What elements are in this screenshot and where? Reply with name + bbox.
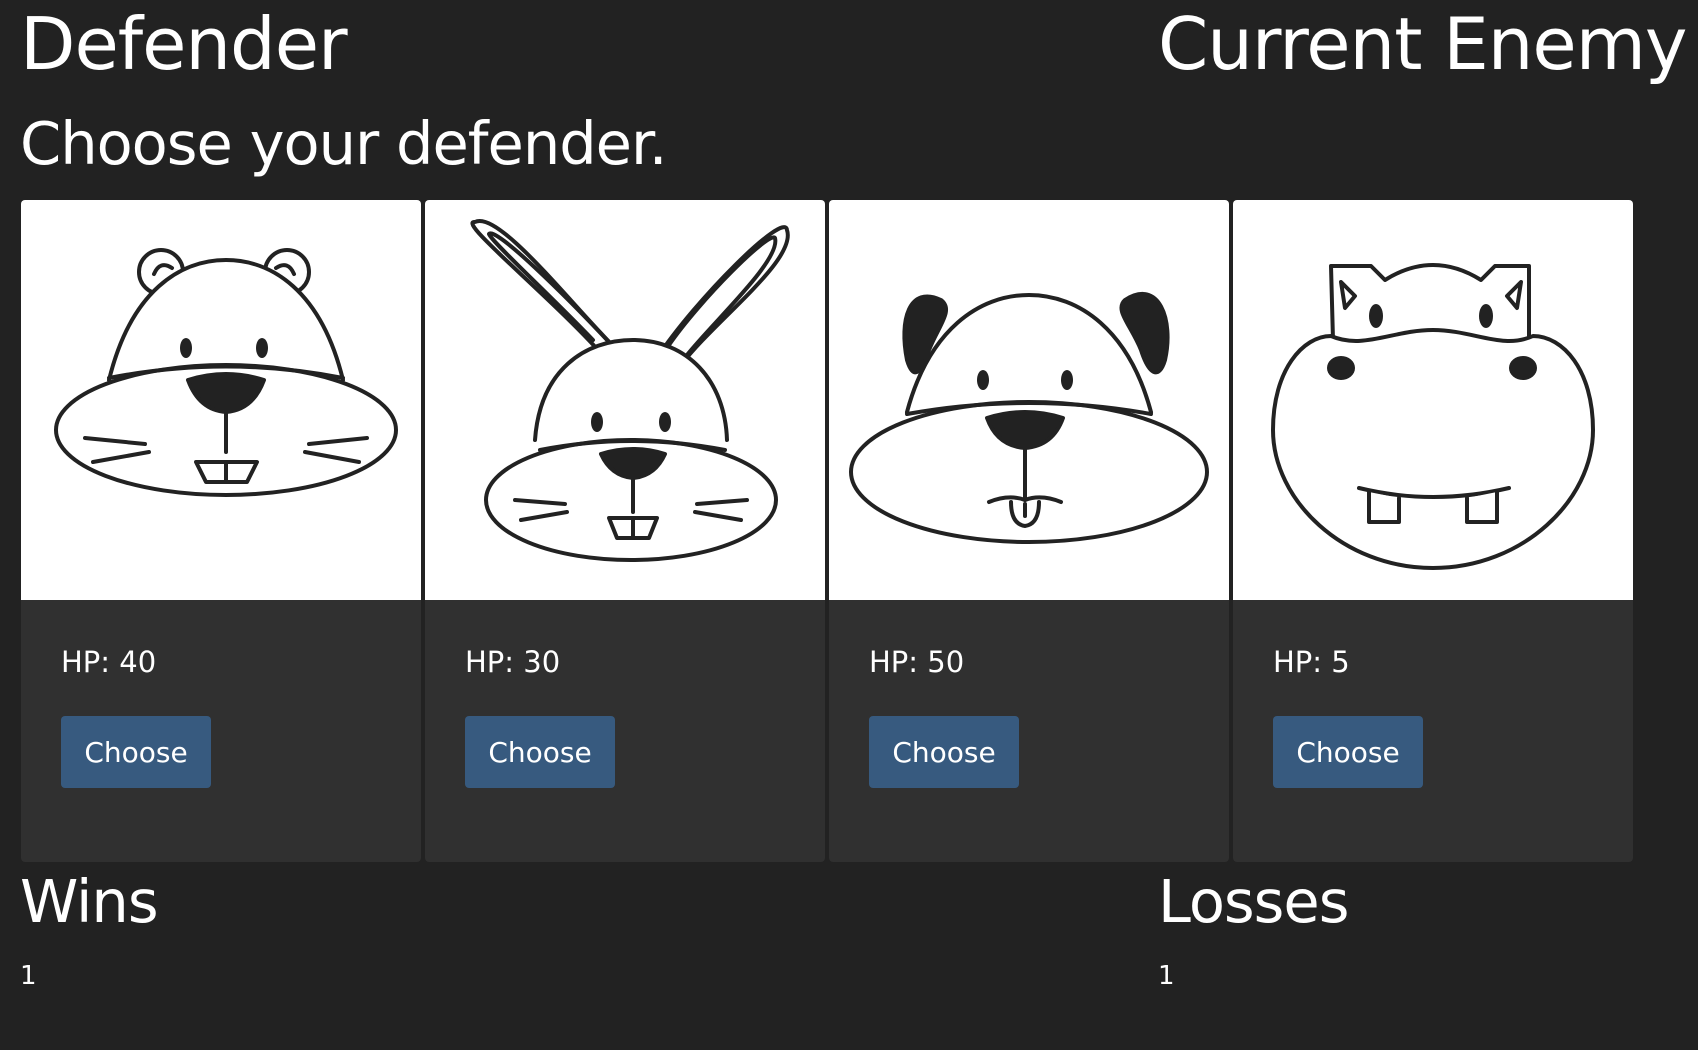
character-card-rabbit: HP: 30 Choose xyxy=(425,200,825,862)
hp-label: HP: 5 xyxy=(1273,645,1350,679)
hippo-icon xyxy=(1233,200,1633,600)
current-enemy-title: Current Enemy xyxy=(1158,2,1687,86)
character-card-beaver: HP: 40 Choose xyxy=(21,200,421,862)
wins-heading: Wins xyxy=(20,867,159,936)
hp-label: HP: 30 xyxy=(465,645,561,679)
choose-button[interactable]: Choose xyxy=(869,716,1019,788)
hp-label: HP: 50 xyxy=(869,645,965,679)
hp-value: 5 xyxy=(1331,645,1350,679)
dog-icon xyxy=(829,200,1229,600)
hp-value: 50 xyxy=(927,645,965,679)
defender-title: Defender xyxy=(20,2,348,86)
beaver-icon xyxy=(21,200,421,600)
losses-value: 1 xyxy=(1158,961,1175,991)
choose-button[interactable]: Choose xyxy=(61,716,211,788)
choose-button[interactable]: Choose xyxy=(465,716,615,788)
hp-value: 40 xyxy=(119,645,157,679)
wins-value: 1 xyxy=(20,961,37,991)
losses-heading: Losses xyxy=(1158,867,1349,936)
character-cards: HP: 40 Choose HP: 30 Choose HP: 50 Choos… xyxy=(21,200,1633,862)
rabbit-icon xyxy=(425,200,825,600)
character-card-dog: HP: 50 Choose xyxy=(829,200,1229,862)
character-card-hippo: HP: 5 Choose xyxy=(1233,200,1633,862)
hp-label: HP: 40 xyxy=(61,645,157,679)
hp-value: 30 xyxy=(523,645,561,679)
instruction-heading: Choose your defender. xyxy=(20,109,668,178)
choose-button[interactable]: Choose xyxy=(1273,716,1423,788)
